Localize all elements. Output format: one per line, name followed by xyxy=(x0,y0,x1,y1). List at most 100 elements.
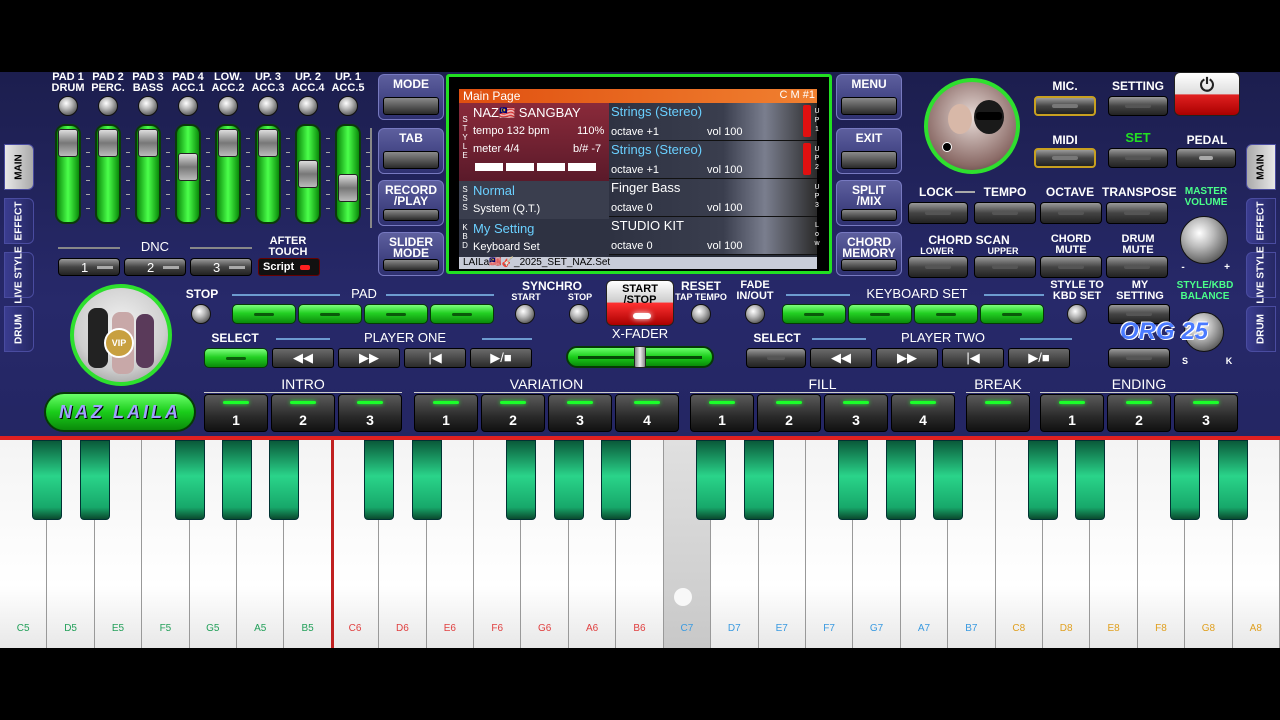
sss-panel[interactable]: Normal System (Q.T.) SSS xyxy=(459,181,609,219)
black-key[interactable] xyxy=(1217,440,1248,520)
pedal-button[interactable] xyxy=(1176,148,1236,168)
ending-button-3[interactable]: 3 xyxy=(1174,394,1238,432)
voice-slot-2[interactable]: Strings (Stereo) octave +1 vol 100 U P 2 xyxy=(609,141,820,179)
player-two-play-stop-button[interactable]: ▶/■ xyxy=(1008,348,1070,368)
pad-slider-7[interactable] xyxy=(295,124,321,224)
player-one-skip-back-button[interactable]: |◀ xyxy=(404,348,466,368)
pad-slider-handle[interactable] xyxy=(138,129,158,158)
drum-mute-button[interactable] xyxy=(1106,256,1168,278)
midi-button[interactable] xyxy=(1034,148,1096,168)
pad-button-1[interactable] xyxy=(232,304,296,324)
right-tab-live-style[interactable]: LIVE STYLE xyxy=(1246,246,1276,304)
master-volume-knob[interactable] xyxy=(1180,216,1228,264)
voice-slot-1[interactable]: Strings (Stereo) octave +1 vol 100 U P 1 xyxy=(609,103,820,141)
pad-stop-knob[interactable] xyxy=(191,304,211,324)
octave-button[interactable] xyxy=(1040,202,1102,224)
center-tab-recordplay[interactable]: RECORD/PLAY xyxy=(378,180,444,226)
ending-button-2[interactable]: 2 xyxy=(1107,394,1171,432)
pad-button-4[interactable] xyxy=(430,304,494,324)
intro-button-2[interactable]: 2 xyxy=(271,394,335,432)
break-button-1[interactable] xyxy=(966,394,1030,432)
profile-avatar[interactable] xyxy=(924,78,1020,174)
pad-slider-handle[interactable] xyxy=(98,129,118,158)
black-key[interactable] xyxy=(1170,440,1201,520)
black-key[interactable] xyxy=(553,440,584,520)
voice-slot-3[interactable]: Finger Bass octave 0 vol 100 U P 3 xyxy=(609,179,820,217)
piano-keyboard[interactable]: C5 D5 E5 F5 G5 A5 B5 C6 D6 E6 F6 G6 A6 B6 C7 D7 E7 F7 G7 A7… xyxy=(0,440,1280,648)
pad-slider-handle[interactable] xyxy=(218,129,238,158)
black-key[interactable] xyxy=(79,440,110,520)
pad-knob-6[interactable] xyxy=(258,96,278,116)
black-key[interactable] xyxy=(696,440,727,520)
player-one-select-button[interactable] xyxy=(204,348,268,368)
fill-button-1[interactable]: 1 xyxy=(690,394,754,432)
start-stop-button[interactable]: START/STOP xyxy=(606,280,674,326)
keyboard-set-button-2[interactable] xyxy=(848,304,912,324)
synchro-start-knob[interactable] xyxy=(515,304,535,324)
mic-button[interactable] xyxy=(1034,96,1096,116)
player-two-select-button[interactable] xyxy=(746,348,806,368)
pad-slider-4[interactable] xyxy=(175,124,201,224)
dnc-button-1[interactable]: 1 xyxy=(58,258,120,276)
black-key[interactable] xyxy=(1075,440,1106,520)
player-one-play-stop-button[interactable]: ▶/■ xyxy=(470,348,532,368)
pad-slider-handle[interactable] xyxy=(58,129,78,158)
variation-button-2[interactable]: 2 xyxy=(481,394,545,432)
left-tab-drum[interactable]: DRUM xyxy=(4,306,34,352)
black-key[interactable] xyxy=(601,440,632,520)
variation-button-4[interactable]: 4 xyxy=(615,394,679,432)
pad-slider-2[interactable] xyxy=(95,124,121,224)
xfader-handle[interactable] xyxy=(634,346,646,368)
right-center-tab-menu[interactable]: MENU xyxy=(836,74,902,120)
black-key[interactable] xyxy=(364,440,395,520)
dnc-button-3[interactable]: 3 xyxy=(190,258,252,276)
pad-slider-handle[interactable] xyxy=(258,129,278,158)
right-center-tab-exit[interactable]: EXIT xyxy=(836,128,902,174)
voice-slot-4[interactable]: STUDIO KIT octave 0 vol 100 Lo w xyxy=(609,217,820,255)
tempo-button[interactable] xyxy=(974,202,1036,224)
left-tab-main[interactable]: MAIN xyxy=(4,144,34,190)
intro-button-1[interactable]: 1 xyxy=(204,394,268,432)
chord-scan-lower-button[interactable] xyxy=(908,256,968,278)
player-two-skip-back-button[interactable]: |◀ xyxy=(942,348,1004,368)
center-tab-mode[interactable]: MODE xyxy=(378,74,444,120)
pad-knob-8[interactable] xyxy=(338,96,358,116)
ending-button-1[interactable]: 1 xyxy=(1040,394,1104,432)
pad-knob-7[interactable] xyxy=(298,96,318,116)
pad-knob-5[interactable] xyxy=(218,96,238,116)
pad-slider-1[interactable] xyxy=(55,124,81,224)
black-key[interactable] xyxy=(222,440,253,520)
synchro-stop-knob[interactable] xyxy=(569,304,589,324)
fill-button-3[interactable]: 3 xyxy=(824,394,888,432)
style-panel[interactable]: NAZ🇲🇾 SANGBAY tempo 132 bpm 110% meter 4… xyxy=(459,103,609,181)
black-key[interactable] xyxy=(32,440,63,520)
org-button[interactable] xyxy=(1108,348,1170,368)
center-tab-slidermode[interactable]: SLIDER MODE xyxy=(378,232,444,276)
pad-slider-3[interactable] xyxy=(135,124,161,224)
keyboard-set-button-1[interactable] xyxy=(782,304,846,324)
power-button[interactable]: ⏻ xyxy=(1174,72,1240,116)
dnc-button-2[interactable]: 2 xyxy=(124,258,186,276)
xfader-slider[interactable] xyxy=(566,346,714,368)
left-tab-effect[interactable]: EFFECT xyxy=(4,198,34,244)
kbd-panel[interactable]: My Setting Keyboard Set KBD xyxy=(459,219,609,257)
pad-slider-8[interactable] xyxy=(335,124,361,224)
pad-slider-5[interactable] xyxy=(215,124,241,224)
pad-knob-3[interactable] xyxy=(138,96,158,116)
pad-slider-handle[interactable] xyxy=(338,173,358,202)
black-key[interactable] xyxy=(506,440,537,520)
chord-mute-button[interactable] xyxy=(1040,256,1102,278)
black-key[interactable] xyxy=(411,440,442,520)
fill-button-4[interactable]: 4 xyxy=(891,394,955,432)
black-key[interactable] xyxy=(743,440,774,520)
style-to-kbd-knob[interactable] xyxy=(1067,304,1087,324)
black-key[interactable] xyxy=(933,440,964,520)
right-center-tab-splitmix[interactable]: SPLIT/MIX xyxy=(836,180,902,226)
variation-button-1[interactable]: 1 xyxy=(414,394,478,432)
right-tab-effect[interactable]: EFFECT xyxy=(1246,198,1276,244)
chord-scan-upper-button[interactable] xyxy=(974,256,1036,278)
set-button[interactable] xyxy=(1108,148,1168,168)
center-tab-tab[interactable]: TAB xyxy=(378,128,444,174)
fill-button-2[interactable]: 2 xyxy=(757,394,821,432)
variation-button-3[interactable]: 3 xyxy=(548,394,612,432)
